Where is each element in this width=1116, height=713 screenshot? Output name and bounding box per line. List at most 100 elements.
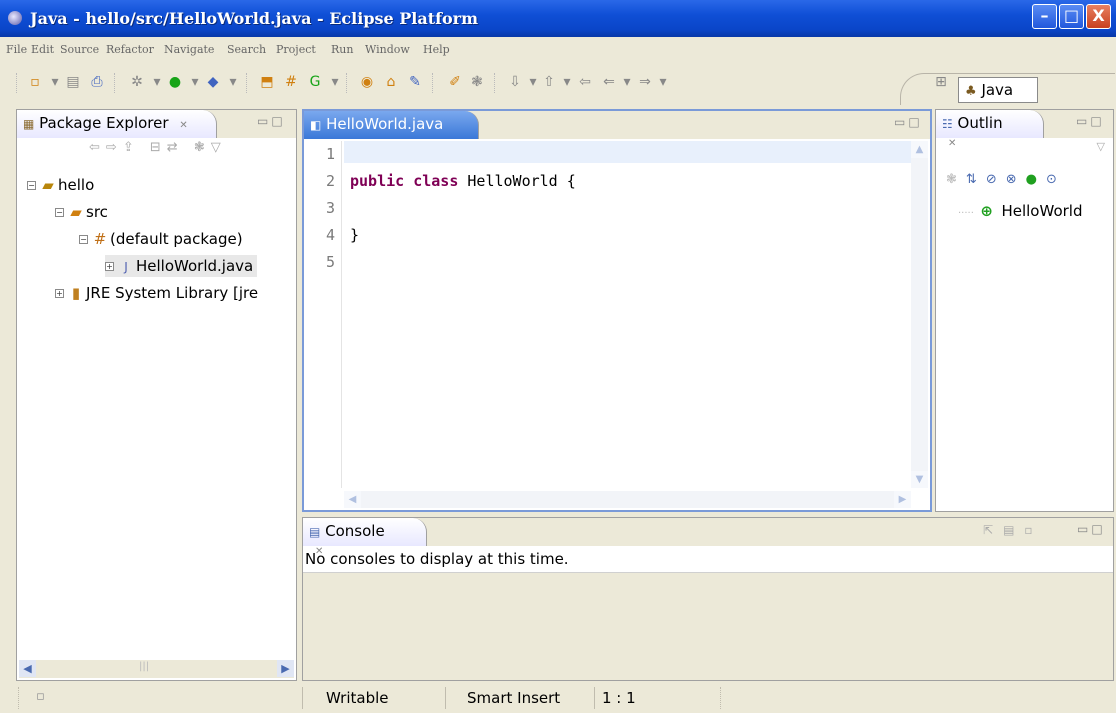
save-icon[interactable]: ▤ <box>64 73 82 91</box>
hide-static-icon[interactable]: ⊗ <box>1006 172 1026 187</box>
code-editor-area[interactable]: public class HelloWorld { } <box>344 141 911 491</box>
scroll-up-icon[interactable]: ▲ <box>911 141 928 158</box>
open-perspective-icon[interactable]: ⊞ <box>932 73 950 91</box>
pin-console-icon[interactable]: ⇱ <box>983 523 1003 537</box>
dropdown-arrow-icon[interactable]: ▾ <box>224 73 242 91</box>
filter-icon[interactable]: ❃ <box>194 140 211 155</box>
java-file-icon: ◧ <box>310 118 322 132</box>
package-explorer-header: ▦ Package Explorer ✕ ▭□ <box>17 110 296 138</box>
open-folder-icon[interactable]: ⌂ <box>382 73 400 91</box>
forward-icon[interactable]: ⇒ <box>636 73 654 91</box>
scroll-left-icon[interactable]: ◀ <box>19 660 36 677</box>
minimize-maximize-icons[interactable]: ▭□ <box>1076 114 1105 128</box>
new-icon[interactable]: ▫ <box>26 73 44 91</box>
collapse-icon[interactable]: − <box>27 181 36 190</box>
fast-view-icon[interactable]: ▫ <box>36 689 45 704</box>
show-whitespace-icon[interactable]: ❃ <box>468 73 486 91</box>
sort-icon[interactable]: ⇅ <box>966 172 986 187</box>
close-icon[interactable]: ✕ <box>948 138 956 149</box>
dropdown-arrow-icon[interactable]: ▾ <box>618 73 636 91</box>
horizontal-scrollbar[interactable]: ◀ ||| ▶ <box>19 660 294 678</box>
expand-icon[interactable]: + <box>55 289 64 298</box>
hide-fields-icon[interactable]: ⊘ <box>986 172 1006 187</box>
window-title-bar[interactable]: Java - hello/src/HelloWorld.java - Eclip… <box>0 0 1116 37</box>
display-console-icon[interactable]: ▤ <box>1003 523 1024 537</box>
tab-package-explorer[interactable]: ▦ Package Explorer ✕ <box>17 110 217 138</box>
menu-navigate[interactable]: Navigate <box>164 43 214 56</box>
minimize-maximize-icons[interactable]: ▭□ <box>894 115 923 129</box>
view-toolbar: ⇦⇨⇪ ⊟⇄ ❃▽ <box>89 140 227 155</box>
package-icon: # <box>93 230 107 248</box>
open-console-icon[interactable]: ▫ <box>1024 523 1042 537</box>
menu-run[interactable]: Run <box>331 43 353 56</box>
close-icon[interactable]: ✕ <box>179 120 187 131</box>
open-type-icon[interactable]: ◉ <box>358 73 376 91</box>
last-edit-location-icon[interactable]: ⇦ <box>576 73 594 91</box>
collapse-icon[interactable]: − <box>55 208 64 217</box>
hide-local-types-icon[interactable]: ⊙ <box>1046 172 1066 187</box>
dropdown-arrow-icon[interactable]: ▾ <box>186 73 204 91</box>
outline-header: ☷ Outlin ✕ ▭□ <box>936 110 1113 149</box>
menu-edit[interactable]: Edit <box>31 43 54 56</box>
minimize-maximize-icons[interactable]: ▭□ <box>257 114 286 128</box>
external-tools-icon[interactable]: ◆ <box>204 73 222 91</box>
print-icon[interactable]: ⎙ <box>88 73 106 91</box>
tree-item-jre-library[interactable]: + ▮ JRE System Library [jre <box>55 284 295 302</box>
tree-item-helloworld-java[interactable]: + J HelloWorld.java <box>105 255 258 277</box>
collapse-all-icon[interactable]: ⊟ <box>150 140 167 155</box>
next-annotation-icon[interactable]: ⇩ <box>506 73 524 91</box>
menu-source[interactable]: Source <box>60 43 99 56</box>
link-editor-icon[interactable]: ⇄ <box>167 140 184 155</box>
scroll-right-icon[interactable]: ▶ <box>277 660 294 677</box>
java-perspective-button[interactable]: ♣ Java <box>958 77 1038 103</box>
dropdown-arrow-icon[interactable]: ▾ <box>654 73 672 91</box>
scroll-right-icon[interactable]: ▶ <box>894 491 911 508</box>
tab-helloworld-java[interactable]: ◧ HelloWorld.java × <box>304 111 479 150</box>
collapse-all-icon[interactable]: ❃ <box>946 172 966 187</box>
expand-icon[interactable]: + <box>105 262 114 271</box>
new-class-icon[interactable]: G <box>306 73 324 91</box>
tree-item-project[interactable]: − ▰ hello <box>27 176 94 194</box>
new-java-project-icon[interactable]: ⬒ <box>258 73 276 91</box>
run-icon[interactable]: ● <box>166 73 184 91</box>
toggle-mark-occurrences-icon[interactable]: ✐ <box>446 73 464 91</box>
minimize-maximize-icons[interactable]: ▭□ <box>1077 522 1106 536</box>
tree-item-default-package[interactable]: − # (default package) <box>79 230 243 248</box>
tab-outline[interactable]: ☷ Outlin ✕ <box>936 110 1044 149</box>
menu-file[interactable]: File <box>6 43 27 56</box>
search-icon[interactable]: ✎ <box>406 73 424 91</box>
up-icon[interactable]: ⇪ <box>123 140 140 155</box>
menu-project[interactable]: Project <box>276 43 316 56</box>
dropdown-arrow-icon[interactable]: ▾ <box>326 73 344 91</box>
hide-non-public-icon[interactable]: ● <box>1026 172 1046 187</box>
dropdown-arrow-icon[interactable]: ▾ <box>148 73 166 91</box>
menu-window[interactable]: Window <box>365 43 410 56</box>
vertical-scrollbar[interactable]: ▲ ▼ <box>911 141 928 488</box>
status-divider <box>18 687 19 709</box>
tree-connector: ····· <box>958 208 974 219</box>
dropdown-arrow-icon[interactable]: ▾ <box>46 73 64 91</box>
menu-search[interactable]: Search <box>227 43 266 56</box>
scroll-left-icon[interactable]: ◀ <box>344 491 361 508</box>
minimize-button[interactable]: – <box>1032 4 1057 29</box>
close-button[interactable]: X <box>1086 4 1111 29</box>
previous-annotation-icon[interactable]: ⇧ <box>540 73 558 91</box>
maximize-button[interactable]: □ <box>1059 4 1084 29</box>
back-icon[interactable]: ⇐ <box>600 73 618 91</box>
new-package-icon[interactable]: # <box>282 73 300 91</box>
tree-item-src[interactable]: − ▰ src <box>55 203 108 221</box>
horizontal-scrollbar[interactable]: ◀ ▶ <box>344 491 911 508</box>
tab-console[interactable]: ▤ Console ✕ <box>303 518 427 557</box>
view-menu-icon[interactable]: ▽ <box>1097 140 1105 153</box>
outline-item-class[interactable]: ····· ⊕ HelloWorld <box>958 202 1082 220</box>
view-menu-icon[interactable]: ▽ <box>211 140 227 155</box>
scroll-down-icon[interactable]: ▼ <box>911 471 928 488</box>
menu-help[interactable]: Help <box>423 43 450 56</box>
dropdown-arrow-icon[interactable]: ▾ <box>558 73 576 91</box>
scroll-thumb[interactable]: ||| <box>139 661 149 672</box>
menu-refactor[interactable]: Refactor <box>106 43 154 56</box>
back-icon[interactable]: ⇦ <box>89 140 106 155</box>
forward-icon[interactable]: ⇨ <box>106 140 123 155</box>
debug-icon[interactable]: ✲ <box>128 73 146 91</box>
collapse-icon[interactable]: − <box>79 235 88 244</box>
